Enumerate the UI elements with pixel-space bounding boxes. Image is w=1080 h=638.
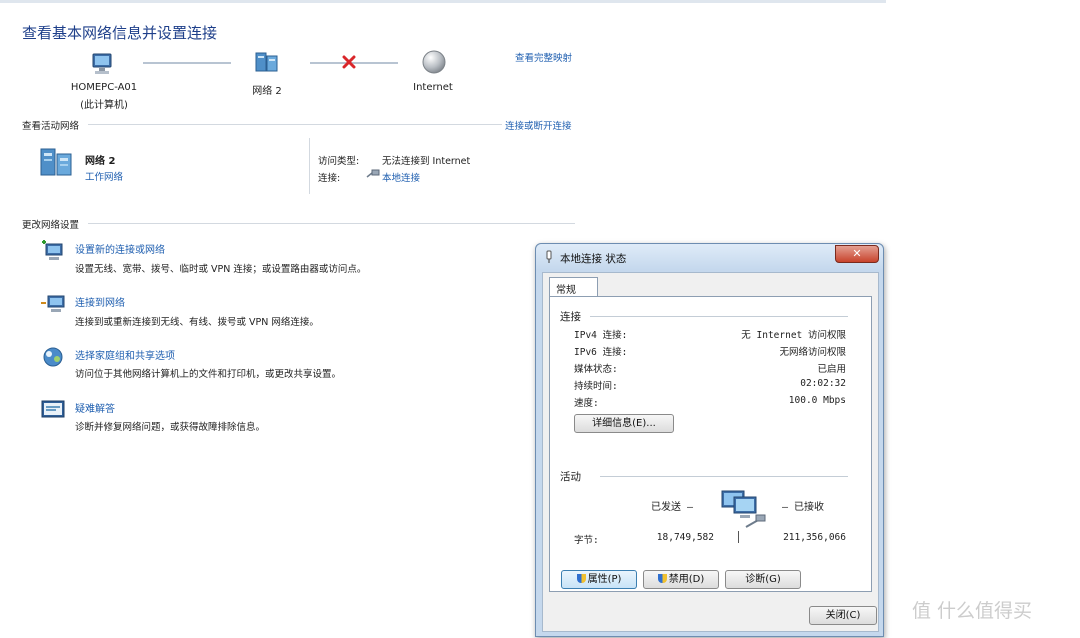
shield-icon — [576, 574, 586, 583]
top-border — [0, 0, 886, 3]
task-connect-network-link[interactable]: 连接到网络 — [75, 294, 125, 309]
change-settings-header: 更改网络设置 — [22, 220, 80, 231]
view-full-map-link[interactable]: 查看完整映射 — [515, 50, 572, 64]
details-button[interactable]: 详细信息(E)... — [574, 414, 674, 433]
connection-label: 连接: — [318, 173, 341, 184]
troubleshoot-icon — [40, 398, 66, 422]
active-networks-divider — [88, 124, 502, 125]
disable-button[interactable]: 禁用(D) — [643, 570, 719, 589]
general-panel: 连接 IPv4 连接: 无 Internet 访问权限 IPv6 连接: 无网络… — [549, 296, 872, 592]
received-label: — 已接收 — [782, 502, 825, 513]
speed-label: 速度: — [574, 398, 599, 409]
watermark: 值 什么值得买 — [912, 600, 1033, 622]
bytes-received-value: 211,356,066 — [783, 532, 846, 543]
close-button[interactable]: 关闭(C) — [809, 606, 877, 625]
task-troubleshoot-desc: 诊断并修复网络问题，或获得故障排除信息。 — [75, 422, 266, 433]
task-connect-network-desc: 连接到或重新连接到无线、有线、拨号或 VPN 网络连接。 — [75, 317, 319, 328]
properties-button[interactable]: 属性(P) — [561, 570, 637, 589]
vertical-separator — [309, 138, 310, 194]
dialog-title: 本地连接 状态 — [560, 253, 627, 265]
access-type-value: 无法连接到 Internet — [382, 156, 471, 167]
new-connection-icon — [40, 240, 66, 264]
sent-label: 已发送 — — [651, 502, 694, 513]
bytes-sent-value: 18,749,582 — [656, 532, 714, 543]
dialog-title-icon — [544, 250, 554, 267]
homegroup-icon — [40, 345, 66, 369]
link-computer-network — [143, 62, 231, 64]
tab-general[interactable]: 常规 — [549, 277, 598, 297]
activity-group-line — [600, 476, 848, 477]
bytes-separator — [738, 531, 739, 543]
task-homegroup-desc: 访问位于其他网络计算机上的文件和打印机，或更改共享设置。 — [75, 369, 342, 380]
change-settings-divider — [88, 223, 575, 224]
diagnose-button[interactable]: 诊断(G) — [725, 570, 801, 589]
media-state-label: 媒体状态: — [574, 364, 618, 375]
active-network-icon — [38, 145, 76, 182]
connect-network-icon — [40, 292, 66, 316]
dialog-close-icon[interactable]: ✕ — [835, 245, 879, 263]
network-type-link[interactable]: 工作网络 — [85, 169, 123, 183]
network-icon — [254, 50, 280, 77]
network-name: 网络 2 — [252, 86, 282, 97]
connection-group-line — [590, 316, 848, 317]
internet-name: Internet — [413, 82, 453, 93]
activity-group-label: 活动 — [560, 471, 581, 483]
computer-subtitle: (此计算机) — [80, 100, 128, 111]
access-type-label: 访问类型: — [318, 156, 360, 167]
internet-globe-icon — [421, 49, 447, 78]
task-setup-new-connection-desc: 设置无线、宽带、拨号、临时或 VPN 连接；或设置路由器或访问点。 — [75, 264, 367, 275]
ipv6-value: 无网络访问权限 — [779, 347, 846, 358]
ipv6-label: IPv6 连接: — [574, 347, 628, 358]
shield-icon — [657, 574, 667, 583]
page-title: 查看基本网络信息并设置连接 — [22, 24, 218, 42]
local-connection-link[interactable]: 本地连接 — [382, 170, 420, 184]
duration-value: 02:02:32 — [800, 378, 846, 389]
computer-name: HOMEPC-A01 — [70, 82, 138, 93]
disconnected-x-icon — [342, 55, 356, 72]
active-networks-header: 查看活动网络 — [22, 121, 80, 132]
task-homegroup-link[interactable]: 选择家庭组和共享选项 — [75, 347, 175, 362]
local-connection-status-dialog: 本地连接 状态 ✕ 常规 连接 IPv4 连接: 无 Internet 访问权限… — [535, 243, 884, 637]
bytes-label: 字节: — [574, 535, 599, 546]
speed-value: 100.0 Mbps — [788, 395, 846, 406]
ethernet-icon — [366, 169, 380, 182]
task-troubleshoot-link[interactable]: 疑难解答 — [75, 400, 115, 415]
connection-group-label: 连接 — [560, 311, 581, 323]
ipv4-label: IPv4 连接: — [574, 330, 628, 341]
disable-button-label: 禁用(D) — [668, 574, 705, 585]
duration-label: 持续时间: — [574, 381, 618, 392]
ipv4-value: 无 Internet 访问权限 — [741, 330, 846, 341]
network-activity-icon — [720, 489, 768, 534]
media-state-value: 已启用 — [817, 364, 846, 375]
dialog-body: 常规 连接 IPv4 连接: 无 Internet 访问权限 IPv6 连接: … — [542, 272, 879, 632]
computer-icon — [89, 52, 115, 79]
connect-disconnect-link[interactable]: 连接或断开连接 — [505, 118, 572, 132]
task-setup-new-connection-link[interactable]: 设置新的连接或网络 — [75, 241, 165, 256]
properties-button-label: 属性(P) — [587, 574, 622, 585]
active-network-name: 网络 2 — [85, 156, 116, 167]
